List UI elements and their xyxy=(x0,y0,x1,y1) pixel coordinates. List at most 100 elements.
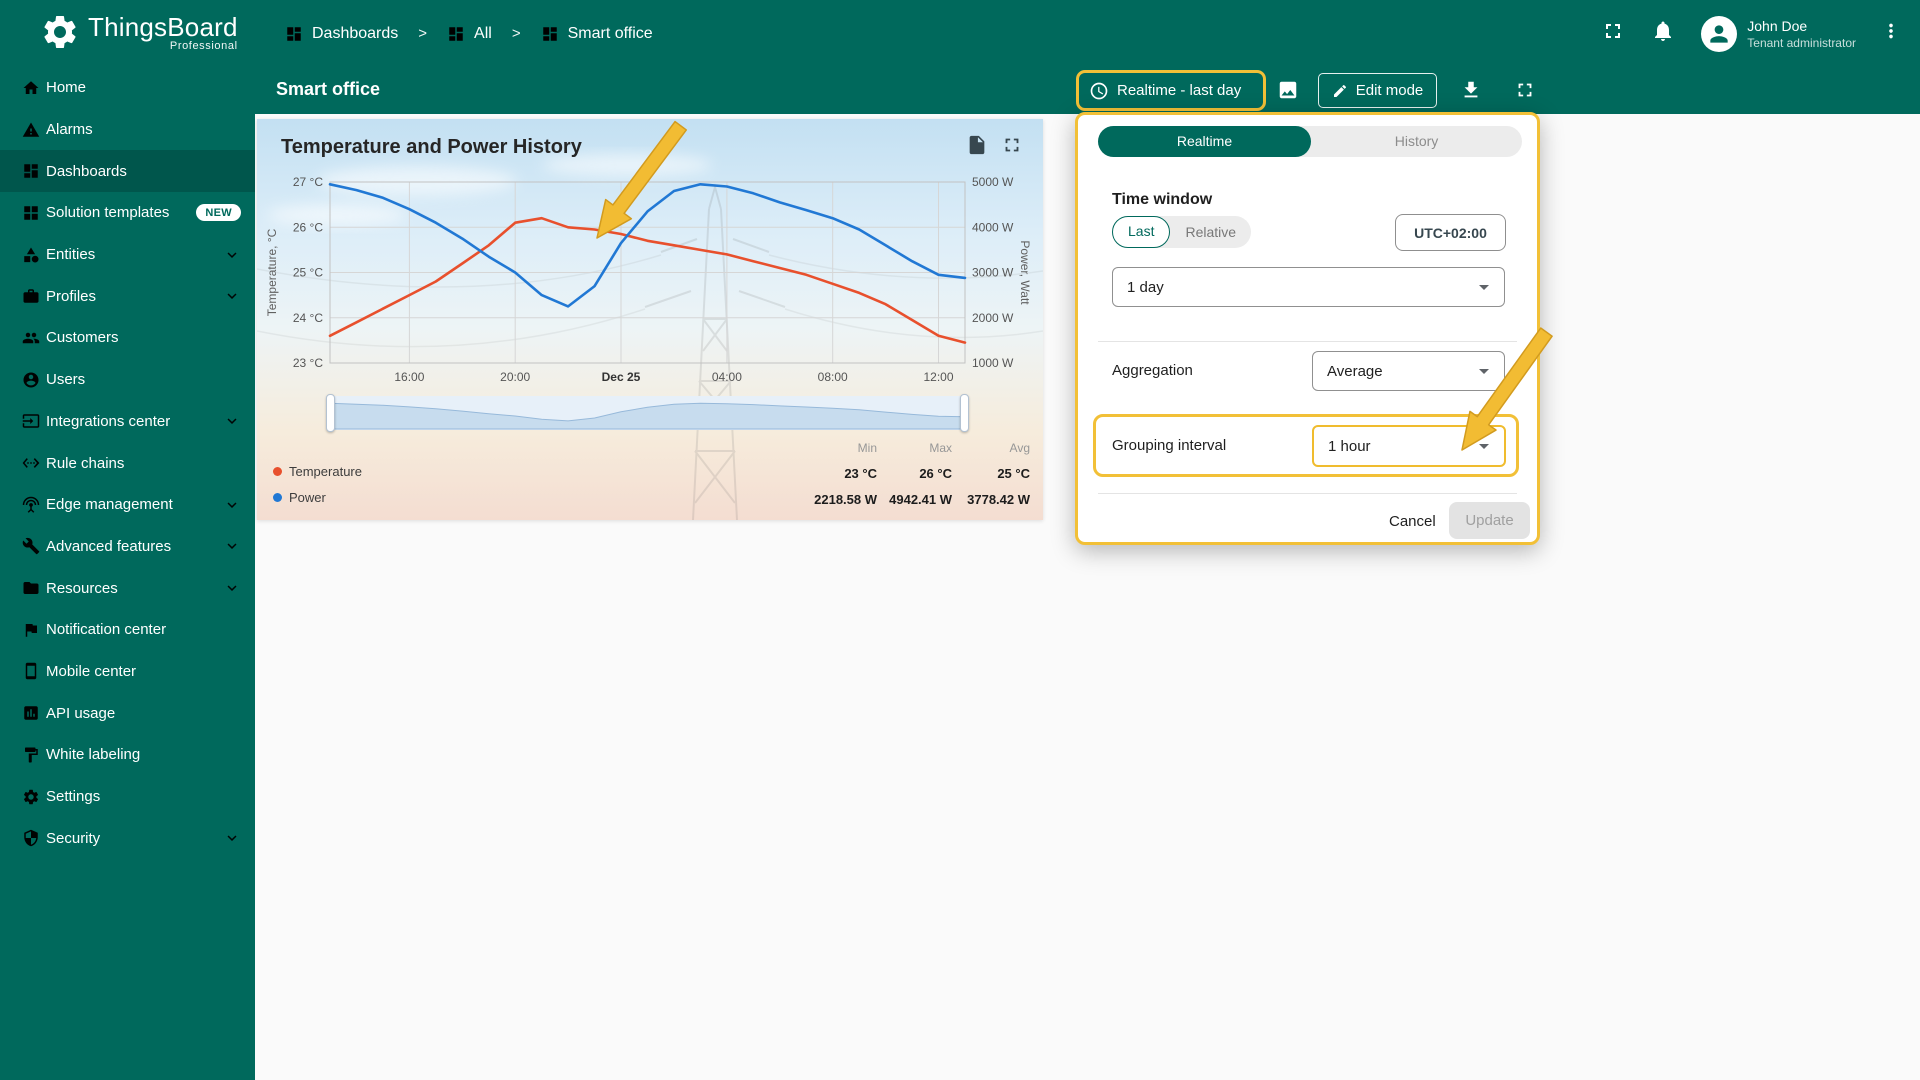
paint-icon xyxy=(22,746,40,764)
sidebar-item-home[interactable]: Home xyxy=(0,67,255,109)
tab-realtime[interactable]: Realtime xyxy=(1098,126,1311,157)
legend-label: Power xyxy=(289,490,326,505)
breadcrumb-label: Smart office xyxy=(568,25,653,43)
legend-item-power[interactable]: Power xyxy=(273,490,326,505)
toolbar-fullscreen-button[interactable] xyxy=(1514,79,1536,106)
sidebar-item-label: Security xyxy=(46,830,100,847)
timezone-button[interactable]: UTC+02:00 xyxy=(1395,214,1506,251)
dashboard-image-button[interactable] xyxy=(1277,79,1299,106)
slider-left-handle[interactable] xyxy=(326,394,335,432)
svg-text:Temperature, °C: Temperature, °C xyxy=(265,228,279,316)
legend-stats: MinMaxAvgTemperature23 °C26 °C25 °CPower… xyxy=(257,439,1043,519)
widget-fullscreen-button[interactable] xyxy=(1001,134,1023,161)
fullscreen-button[interactable] xyxy=(1601,19,1625,48)
time-range-slider[interactable] xyxy=(330,396,965,430)
thingsboard-logo[interactable]: ThingsBoard Professional xyxy=(40,12,238,52)
sidebar-item-api-usage[interactable]: API usage xyxy=(0,692,255,734)
sidebar-item-users[interactable]: Users xyxy=(0,359,255,401)
antenna-icon xyxy=(22,496,40,514)
timewindow-label: Realtime - last day xyxy=(1117,82,1241,99)
svg-text:12:00: 12:00 xyxy=(923,370,953,384)
sidebar-item-alarms[interactable]: Alarms xyxy=(0,109,255,151)
mode-relative[interactable]: Relative xyxy=(1170,216,1251,248)
svg-text:5000 W: 5000 W xyxy=(972,175,1014,189)
svg-text:25 °C: 25 °C xyxy=(293,266,323,280)
chevron-down-icon xyxy=(1472,275,1496,299)
slider-right-handle[interactable] xyxy=(960,394,969,432)
export-file-icon xyxy=(966,134,988,156)
legend-dot xyxy=(273,467,282,476)
timewindow-button[interactable]: Realtime - last day xyxy=(1076,70,1266,111)
tab-history[interactable]: History xyxy=(1311,126,1522,157)
person-icon xyxy=(1706,21,1732,47)
svg-text:1000 W: 1000 W xyxy=(972,356,1014,370)
sidebar-item-label: Profiles xyxy=(46,288,96,305)
input-icon xyxy=(22,412,40,430)
grouping-interval-select[interactable]: 1 hour xyxy=(1312,425,1506,467)
sidebar-item-profiles[interactable]: Profiles xyxy=(0,275,255,317)
user-menu-button[interactable] xyxy=(1880,20,1902,47)
breadcrumb-label: All xyxy=(474,25,492,43)
window-value-select[interactable]: 1 day xyxy=(1112,267,1505,307)
dashboard-toolbar: Smart office Realtime - last day Edit mo… xyxy=(255,67,1920,114)
avatar[interactable] xyxy=(1701,16,1737,52)
edit-mode-button[interactable]: Edit mode xyxy=(1318,73,1437,108)
notifications-button[interactable] xyxy=(1651,19,1675,48)
chart-icon xyxy=(22,704,40,722)
timewindow-tabs: Realtime History xyxy=(1098,126,1522,157)
sidebar-item-notification-center[interactable]: Notification center xyxy=(0,609,255,651)
user-info[interactable]: John Doe Tenant administrator xyxy=(1747,17,1856,51)
briefcase-icon xyxy=(22,287,40,305)
svg-text:27 °C: 27 °C xyxy=(293,175,323,189)
flag-icon xyxy=(22,621,40,639)
sidebar-item-settings[interactable]: Settings xyxy=(0,776,255,818)
shield-icon xyxy=(22,829,40,847)
sidebar-item-label: Mobile center xyxy=(46,663,136,680)
export-widget-button[interactable] xyxy=(966,134,988,161)
sidebar-item-edge-management[interactable]: Edge management xyxy=(0,484,255,526)
sidebar-item-label: Alarms xyxy=(46,121,93,138)
sidebar-item-solution-templates[interactable]: Solution templatesNEW xyxy=(0,192,255,234)
folder-icon xyxy=(22,579,40,597)
svg-text:16:00: 16:00 xyxy=(394,370,424,384)
sidebar-item-dashboards[interactable]: Dashboards xyxy=(0,150,255,192)
aggregation-select[interactable]: Average xyxy=(1312,351,1505,391)
image-icon xyxy=(1277,79,1299,101)
cancel-button[interactable]: Cancel xyxy=(1381,507,1444,536)
sidebar-item-label: Dashboards xyxy=(46,163,127,180)
sidebar-item-rule-chains[interactable]: Rule chains xyxy=(0,442,255,484)
sidebar-item-customers[interactable]: Customers xyxy=(0,317,255,359)
timewindow-mode-toggle: Last Relative xyxy=(1112,216,1251,248)
edit-mode-label: Edit mode xyxy=(1356,82,1424,99)
sidebar-item-label: Users xyxy=(46,371,85,388)
breadcrumb-item-dashboards[interactable]: Dashboards xyxy=(285,25,398,43)
divider xyxy=(1098,493,1517,494)
chevron-down-icon xyxy=(223,287,241,305)
sidebar-item-mobile-center[interactable]: Mobile center xyxy=(0,651,255,693)
sidebar-item-entities[interactable]: Entities xyxy=(0,234,255,276)
mode-last[interactable]: Last xyxy=(1112,216,1170,248)
sidebar-item-integrations-center[interactable]: Integrations center xyxy=(0,401,255,443)
grouping-interval-value: 1 hour xyxy=(1328,438,1371,455)
breadcrumb-item-all[interactable]: All xyxy=(447,25,492,43)
sidebar-item-security[interactable]: Security xyxy=(0,817,255,859)
sidebar-item-resources[interactable]: Resources xyxy=(0,567,255,609)
chevron-down-icon xyxy=(223,412,241,430)
stat-header-max: Max xyxy=(862,441,952,455)
grouping-interval-label: Grouping interval xyxy=(1112,437,1226,454)
download-button[interactable] xyxy=(1460,79,1482,106)
breadcrumb-item-smart-office[interactable]: Smart office xyxy=(541,25,653,43)
sidebar-nav: Home Alarms Dashboards Solution templatesNE… xyxy=(0,67,255,1080)
chevron-down-icon xyxy=(223,537,241,555)
window-value: 1 day xyxy=(1127,279,1164,296)
new-badge: NEW xyxy=(196,204,241,221)
category-icon xyxy=(22,246,40,264)
legend-item-temperature[interactable]: Temperature xyxy=(273,464,362,479)
svg-text:04:00: 04:00 xyxy=(712,370,742,384)
people-icon xyxy=(22,329,40,347)
user-name: John Doe xyxy=(1747,17,1856,35)
sidebar-item-advanced-features[interactable]: Advanced features xyxy=(0,526,255,568)
dashboard-icon xyxy=(541,25,559,43)
update-button[interactable]: Update xyxy=(1449,502,1530,539)
sidebar-item-white-labeling[interactable]: White labeling xyxy=(0,734,255,776)
